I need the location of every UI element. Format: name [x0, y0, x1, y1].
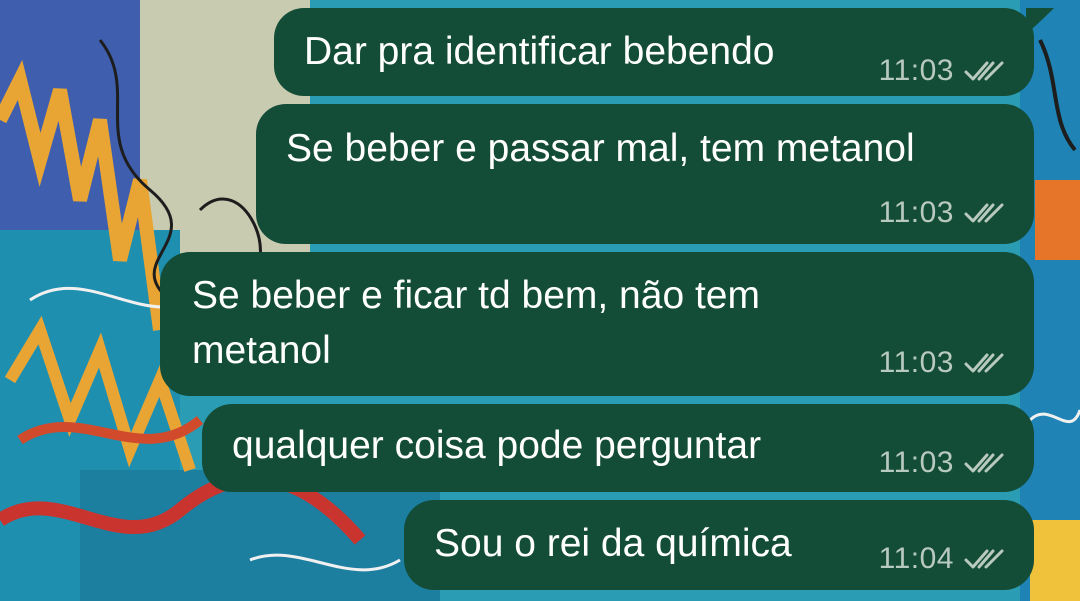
message-meta: 11:03 — [879, 446, 1006, 480]
message-text: Dar pra identificar bebendo — [304, 30, 775, 73]
message-bubble-outgoing[interactable]: Sou o rei da química 11:04 — [404, 500, 1034, 590]
bubble-tail — [1026, 8, 1054, 34]
double-check-icon — [964, 549, 1004, 569]
message-time: 11:03 — [878, 196, 954, 229]
message-meta: 11:04 — [879, 542, 1006, 576]
chat-message-list[interactable]: Dar pra identificar bebendo 11:03 Se beb… — [0, 0, 1080, 601]
message-bubble-outgoing[interactable]: Dar pra identificar bebendo 11:03 — [274, 8, 1034, 96]
message-bubble-outgoing[interactable]: Se beber e ficar td bem, não tem metanol… — [160, 252, 1034, 396]
message-time: 11:03 — [878, 346, 954, 379]
message-text: Se beber e passar mal, tem metanol — [286, 127, 915, 170]
double-check-icon — [964, 61, 1004, 81]
message-text: Sou o rei da química — [434, 522, 792, 565]
message-meta: 11:03 — [879, 346, 1006, 380]
message-time: 11:03 — [878, 446, 954, 479]
message-text: qualquer coisa pode perguntar — [232, 424, 762, 467]
double-check-icon — [964, 353, 1004, 373]
double-check-icon — [964, 203, 1004, 223]
message-bubble-outgoing[interactable]: qualquer coisa pode perguntar 11:03 — [202, 404, 1034, 492]
message-meta: 11:03 — [879, 54, 1006, 88]
double-check-icon — [964, 453, 1004, 473]
message-text: Se beber e ficar td bem, não tem metanol — [192, 274, 760, 372]
message-time: 11:03 — [878, 54, 954, 87]
message-bubble-outgoing[interactable]: Se beber e passar mal, tem metanol 11:03 — [256, 104, 1034, 244]
message-time: 11:04 — [878, 542, 954, 575]
message-meta: 11:03 — [879, 196, 1006, 230]
